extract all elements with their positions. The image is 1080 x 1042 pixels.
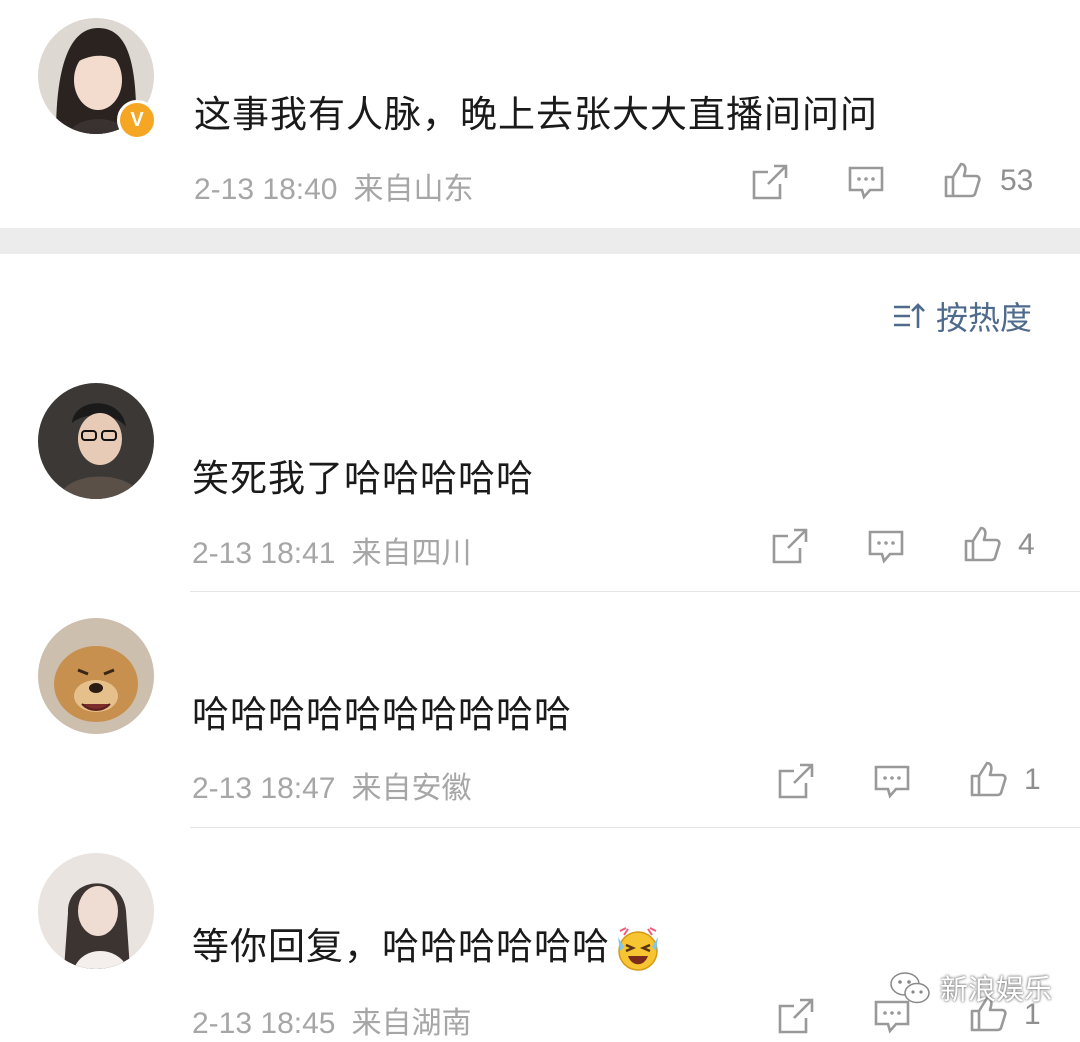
comment-time: 2-13 18:41 — [192, 537, 336, 570]
comment-time: 2-13 18:47 — [192, 772, 336, 805]
sort-icon — [890, 298, 926, 334]
share-icon[interactable] — [750, 162, 790, 202]
comment-text: 笑死我了哈哈哈哈哈 — [192, 457, 534, 500]
watermark: 新浪娱乐 — [888, 968, 1052, 1008]
comment-text: 哈哈哈哈哈哈哈哈哈哈 — [192, 693, 572, 736]
section-divider — [0, 228, 1080, 254]
comment-separator — [190, 591, 1080, 592]
avatar-image — [38, 618, 154, 734]
like-count: 4 — [1018, 528, 1035, 561]
comment-text: 等你回复，哈哈哈哈哈哈 — [192, 916, 662, 973]
comment-time: 2-13 18:45 — [192, 1007, 336, 1040]
wechat-icon — [888, 969, 932, 1007]
watermark-text: 新浪娱乐 — [940, 973, 1053, 1006]
avatar[interactable] — [38, 618, 154, 734]
sort-label: 按热度 — [936, 299, 1033, 337]
share-icon[interactable] — [770, 526, 810, 566]
like-count: 1 — [1024, 763, 1041, 796]
comment-time: 2-13 18:40 — [194, 173, 338, 206]
avatar[interactable] — [38, 383, 154, 499]
avatar-image — [38, 383, 154, 499]
share-icon[interactable] — [776, 761, 816, 801]
comment-text-content: 等你回复，哈哈哈哈哈哈 — [192, 925, 610, 968]
sort-by-hot-button[interactable]: 按热度 — [890, 296, 1033, 337]
reply-icon[interactable] — [846, 162, 886, 202]
comment-location: 来自安徽 — [351, 771, 472, 806]
avatar[interactable] — [38, 853, 154, 969]
like-icon[interactable] — [962, 524, 1002, 564]
reply-icon[interactable] — [872, 761, 912, 801]
comment-separator — [190, 827, 1080, 828]
like-count: 53 — [1000, 164, 1034, 197]
comment-meta: 2-13 18:41 来自四川 — [192, 528, 471, 572]
comment-location: 来自四川 — [351, 536, 472, 571]
share-icon[interactable] — [776, 996, 816, 1036]
verified-badge: V — [117, 100, 157, 140]
like-icon[interactable] — [942, 160, 982, 200]
comment-meta: 2-13 18:40 来自山东 — [194, 164, 473, 208]
reply-icon[interactable] — [866, 526, 906, 566]
comment-meta: 2-13 18:47 来自安徽 — [192, 763, 471, 807]
comment-text: 这事我有人脉，晚上去张大大直播间问问 — [194, 93, 878, 136]
avatar-image — [38, 853, 154, 969]
laughing-crying-emoji — [614, 925, 662, 973]
comment-location: 来自山东 — [353, 172, 474, 207]
like-icon[interactable] — [968, 759, 1008, 799]
comment-meta: 2-13 18:45 来自湖南 — [192, 998, 471, 1042]
